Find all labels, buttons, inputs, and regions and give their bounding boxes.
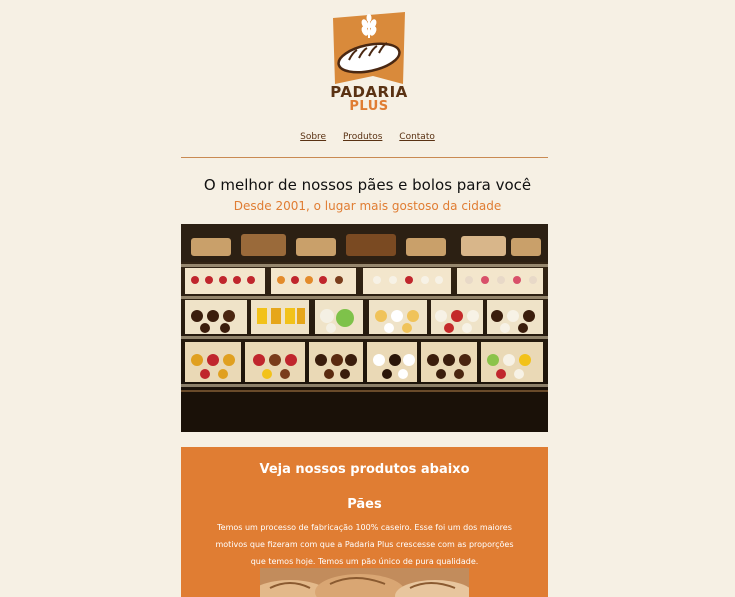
- logo[interactable]: PADARIA PLUS: [329, 12, 409, 117]
- category-title: Pães: [347, 497, 382, 512]
- main-nav: Sobre Produtos Contato: [0, 132, 735, 142]
- nav-link-produtos[interactable]: Produtos: [343, 132, 382, 142]
- logo-line2: PLUS: [349, 99, 389, 114]
- page-subheadline: Desde 2001, o lugar mais gostoso da cida…: [233, 199, 502, 213]
- divider: [181, 157, 548, 158]
- hero-image: [181, 224, 548, 432]
- nav-link-contato[interactable]: Contato: [399, 132, 435, 142]
- bread-image: [260, 568, 469, 597]
- products-title: Veja nossos produtos abaixo: [259, 462, 470, 477]
- logo-line1: PADARIA: [330, 83, 408, 101]
- nav-link-sobre[interactable]: Sobre: [300, 132, 326, 142]
- page-headline: O melhor de nossos pães e bolos para voc…: [203, 176, 532, 194]
- page: PADARIA PLUS Sobre Produtos Contato O me…: [0, 0, 735, 597]
- category-description: Temos um processo de fabricação 100% cas…: [215, 523, 514, 566]
- logo-text: PADARIA PLUS: [329, 84, 409, 114]
- products-section: Veja nossos produtos abaixo Pães Temos u…: [181, 447, 548, 597]
